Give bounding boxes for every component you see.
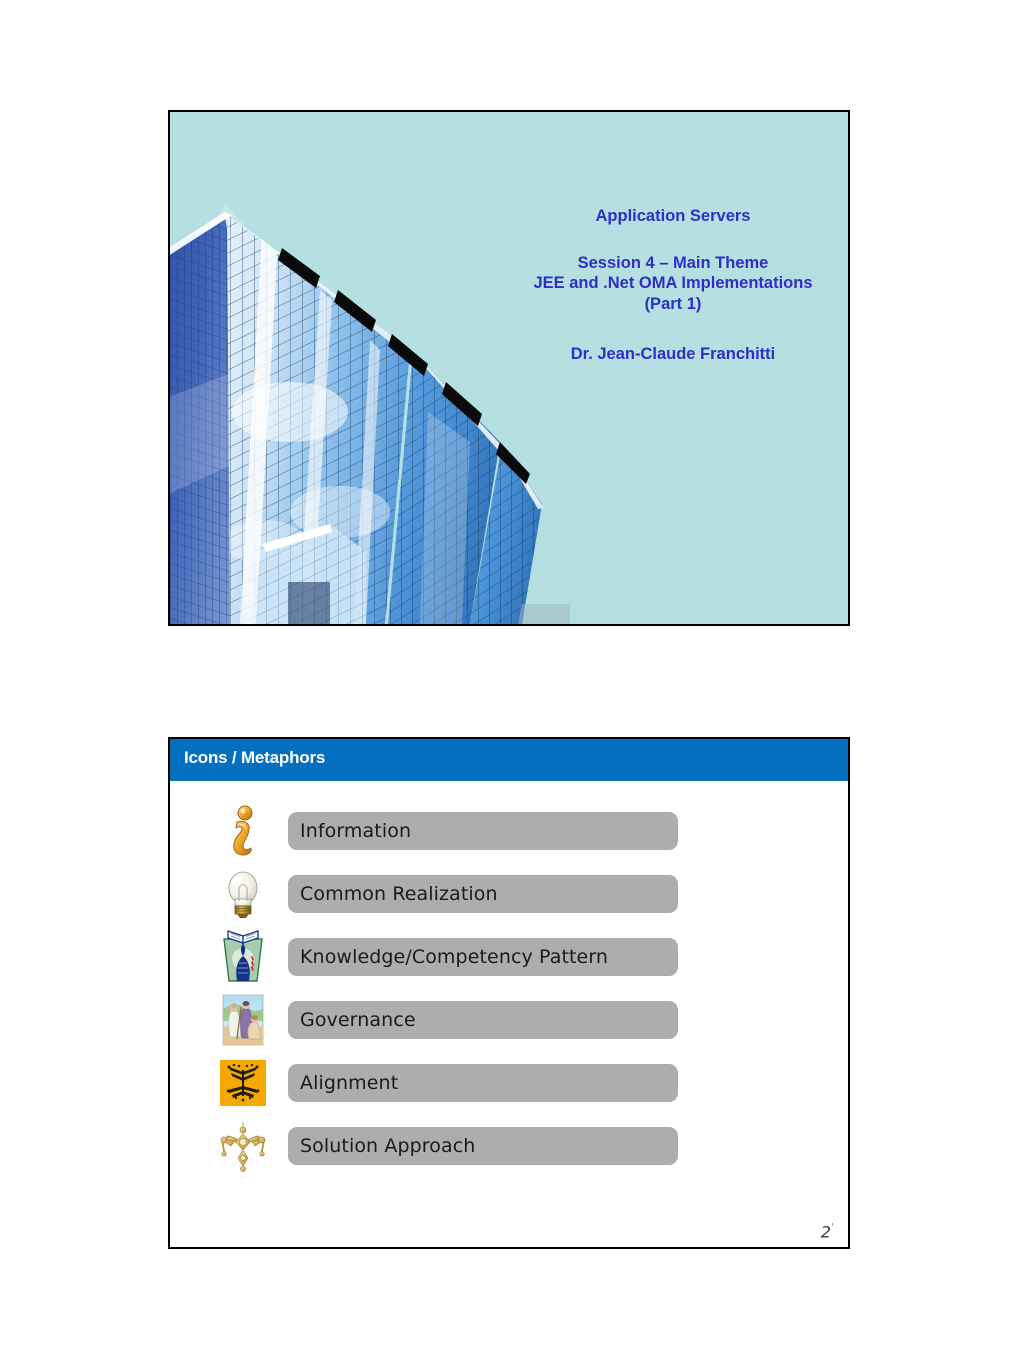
list-item[interactable]: Information — [170, 799, 848, 862]
icons-metaphors-slide: Icons / Metaphors Information Common Rea… — [168, 737, 850, 1249]
metaphor-pill[interactable]: Common Realization — [288, 874, 678, 913]
title-text-block: Application Servers Session 4 – Main The… — [500, 208, 846, 363]
metaphor-label: Information — [300, 819, 412, 842]
page-number-value: 2 — [820, 1222, 831, 1241]
keystone-head-book-icon — [212, 928, 274, 986]
metaphor-pill[interactable]: Alignment — [288, 1063, 678, 1102]
information-i-icon — [212, 802, 274, 860]
metaphor-pill[interactable]: Solution Approach — [288, 1126, 678, 1165]
title-slide: Application Servers Session 4 – Main The… — [168, 110, 850, 626]
session-lines: Session 4 – Main Theme JEE and .Net OMA … — [500, 253, 846, 313]
session-line-3: (Part 1) — [644, 294, 702, 313]
list-item[interactable]: Governance — [170, 988, 848, 1051]
metaphor-list: Information Common Realization Knowledge… — [170, 799, 848, 1177]
list-item[interactable]: Common Realization — [170, 862, 848, 925]
list-item[interactable]: Solution Approach — [170, 1114, 848, 1177]
metaphor-label: Knowledge/Competency Pattern — [300, 945, 609, 968]
robed-figures-icon — [212, 991, 274, 1049]
gold-ornament-icon — [212, 1117, 274, 1175]
metaphor-label: Governance — [300, 1008, 416, 1031]
page-number-accent: ' — [830, 1220, 834, 1234]
list-item[interactable]: Knowledge/Competency Pattern — [170, 925, 848, 988]
metaphor-pill[interactable]: Knowledge/Competency Pattern — [288, 937, 678, 976]
session-line-1: Session 4 – Main Theme — [577, 253, 769, 272]
metaphor-pill[interactable]: Governance — [288, 1000, 678, 1039]
page-number: 2' — [821, 1221, 834, 1241]
metaphor-label: Solution Approach — [300, 1134, 476, 1157]
slide-header-bar: Icons / Metaphors — [170, 739, 848, 781]
list-item[interactable]: Alignment — [170, 1051, 848, 1114]
amber-square-tree-icon — [212, 1054, 274, 1112]
lightbulb-icon — [212, 865, 274, 923]
author-name: Dr. Jean-Claude Franchitti — [570, 345, 776, 363]
slide-header-title: Icons / Metaphors — [184, 748, 326, 767]
slide-heading: Application Servers — [595, 207, 751, 225]
glass-skyscraper-photo — [170, 112, 570, 624]
metaphor-pill[interactable]: Information — [288, 811, 678, 850]
session-line-2: JEE and .Net OMA Implementations — [533, 274, 813, 292]
metaphor-label: Alignment — [300, 1071, 399, 1094]
metaphor-label: Common Realization — [300, 882, 498, 905]
